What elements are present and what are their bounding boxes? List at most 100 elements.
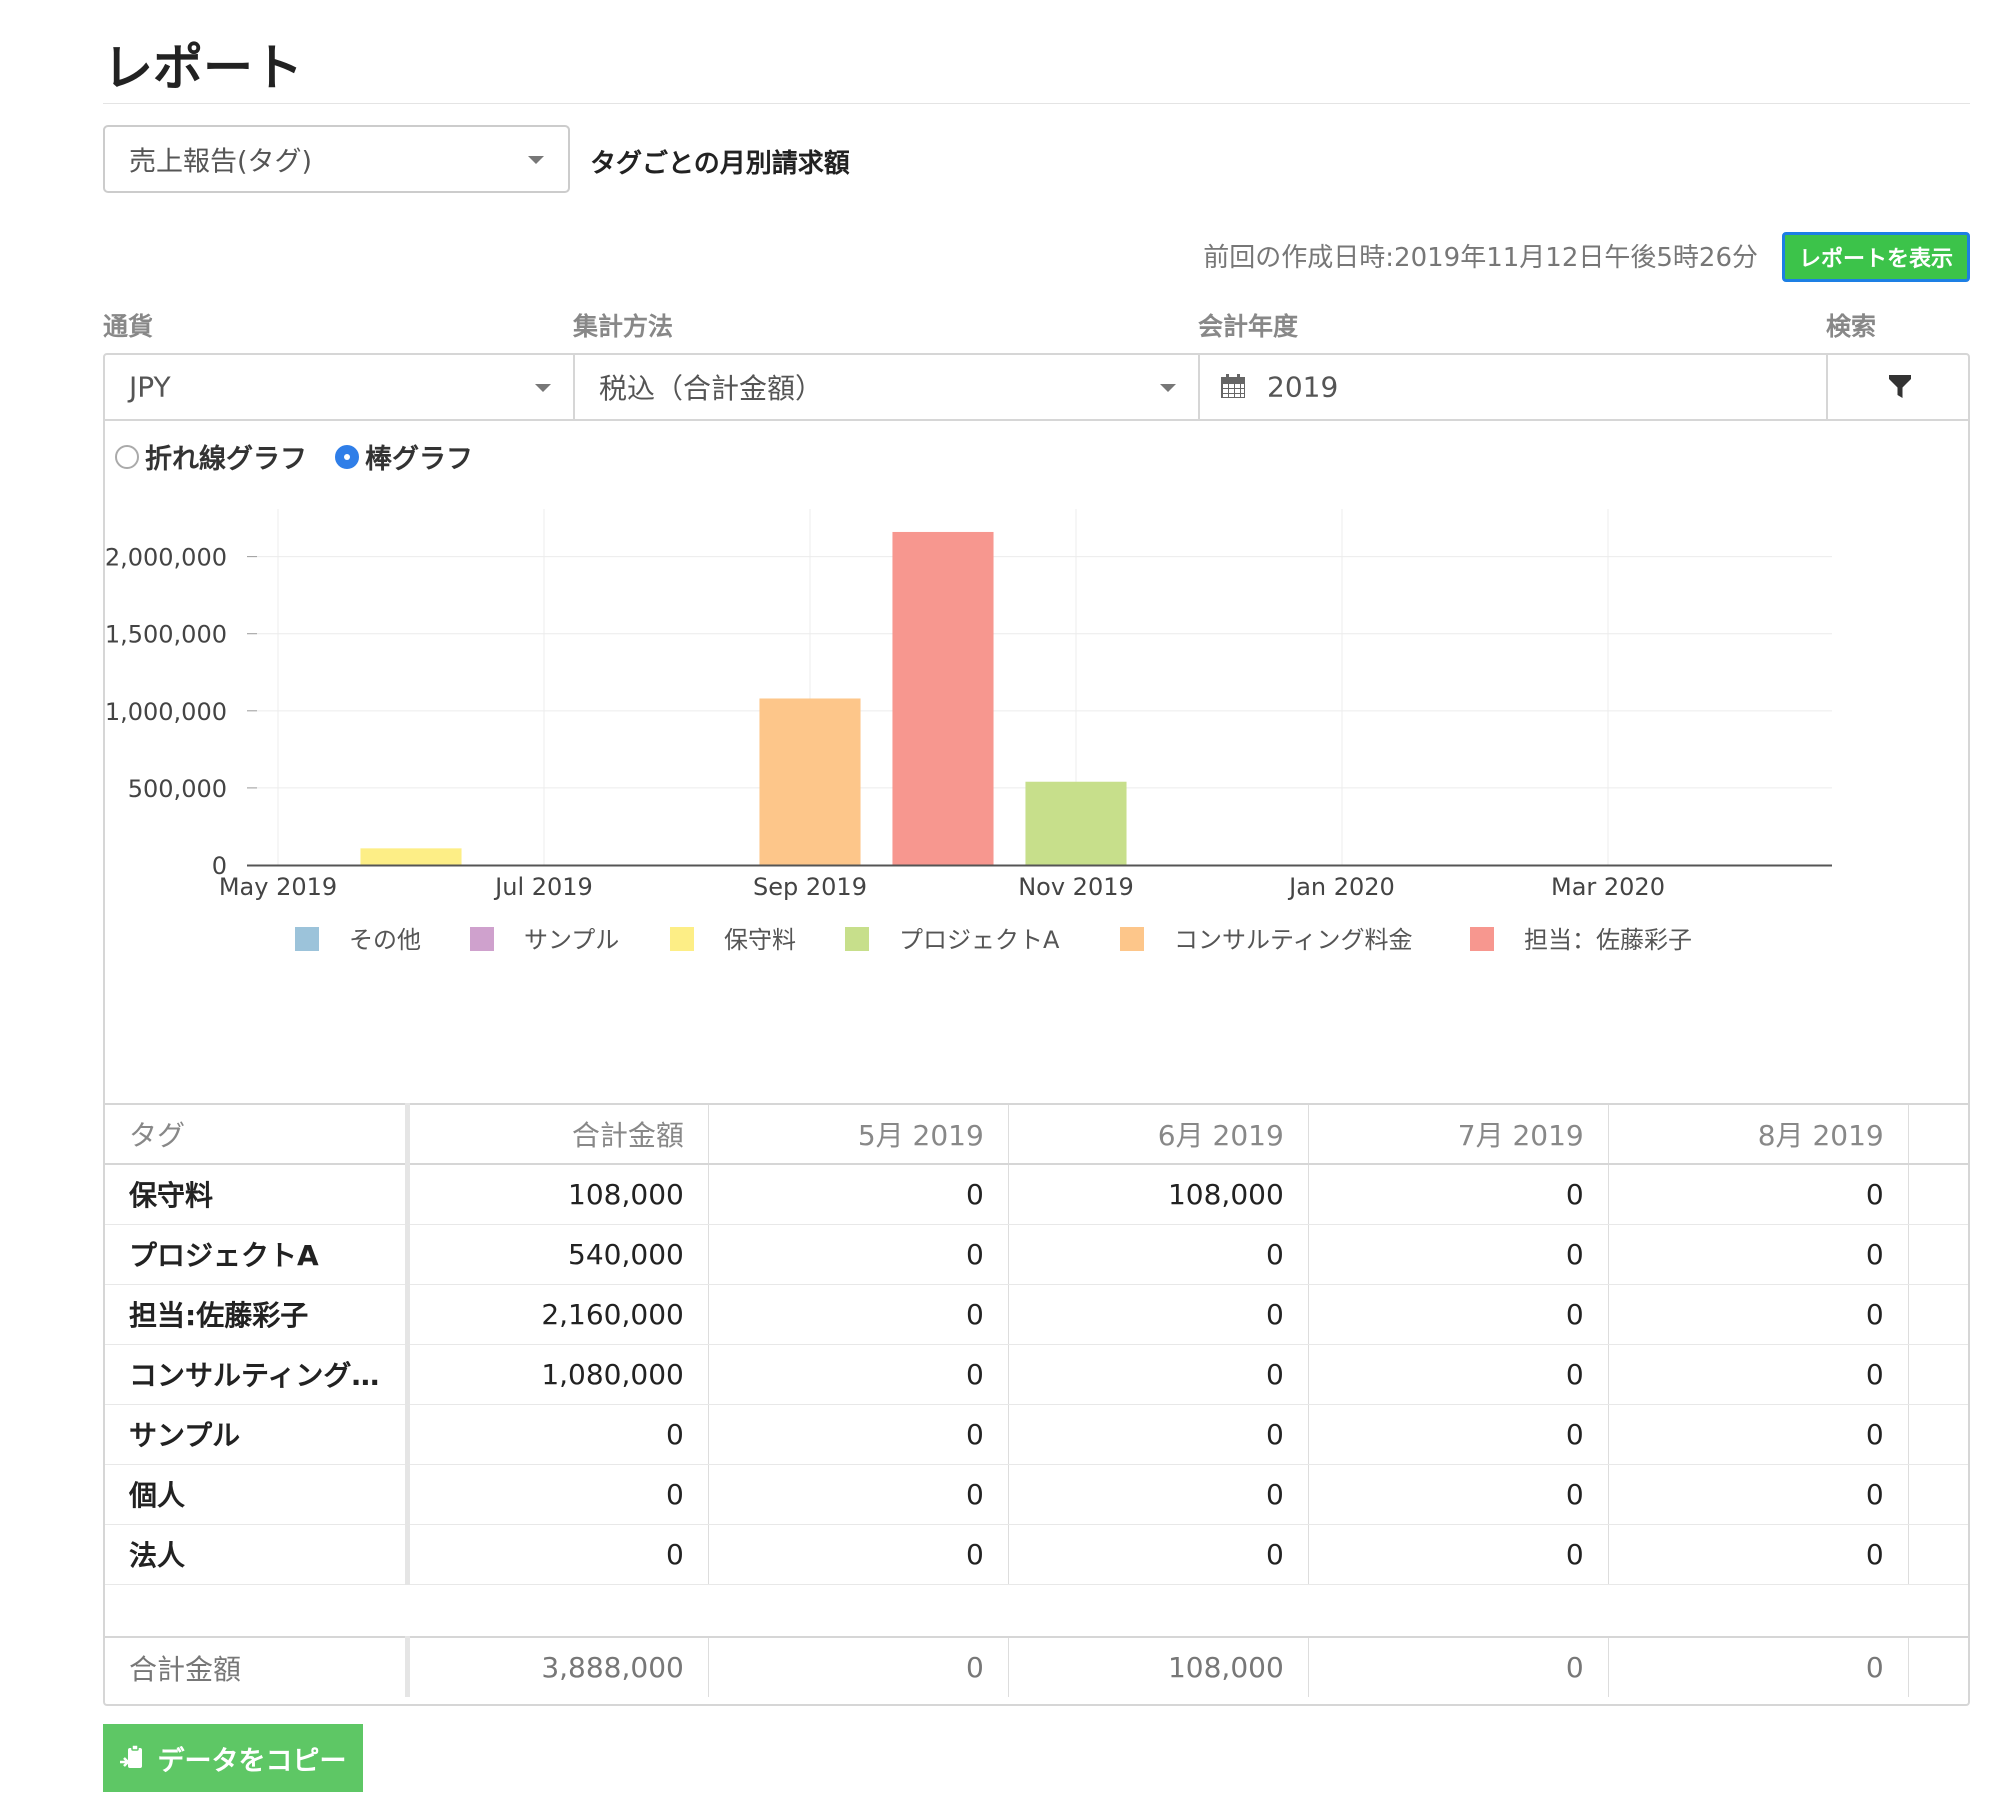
method-select[interactable]: 税込（合計金額） [575,355,1200,421]
fiscal-year-field[interactable]: 2019 [1200,355,1828,421]
total-amount-cell: 0 [1308,1636,1609,1697]
bar [759,698,861,865]
legend-swatch [295,927,319,951]
amount-cell: 0 [1308,1164,1609,1225]
method-value: 税込（合計金額） [599,372,824,405]
show-report-button[interactable]: レポートを表示 [1782,232,1970,282]
amount-cell: 0 [1608,1464,1909,1525]
column-header-overflow [1908,1103,1968,1165]
method-label: 集計方法 [573,312,674,341]
amount-cell: 0 [708,1284,1009,1345]
copy-data-label: データをコピー [157,1745,347,1777]
report-type-select[interactable]: 売上報告(タグ) [103,125,570,193]
table-header-row: タグ 合計金額 5月 2019 6月 2019 7月 2019 8月 2019 [105,1103,1968,1165]
x-tick-label: May 2019 [219,873,337,901]
bar [360,848,462,865]
amount-cell: 0 [1308,1524,1609,1585]
column-header[interactable]: 5月 2019 [708,1103,1009,1165]
overflow-cell [1908,1464,1968,1525]
table-total-row: 合計金額 3,888,000 0 108,000 0 0 [105,1636,1968,1697]
column-header[interactable]: タグ [105,1103,411,1165]
amount-cell: 0 [1308,1284,1609,1345]
table-row: 担当:佐藤彩子 2,160,000 0 0 0 0 [105,1284,1968,1345]
amount-cell: 0 [1008,1404,1309,1465]
y-tick-label: 1,500,000 [105,621,227,649]
legend-label: 担当：佐藤彩子 [1524,926,1692,954]
x-tick-label: Sep 2019 [753,873,867,901]
legend-swatch [1470,927,1494,951]
x-tick-label: Nov 2019 [1018,873,1134,901]
bar-chart-radio[interactable] [335,444,359,469]
y-tick-label: 2,000,000 [105,544,227,572]
last-created-timestamp: 前回の作成日時:2019年11月12日午後5時26分 [1203,243,1758,273]
calendar-icon [1221,374,1245,398]
currency-label: 通貨 [103,312,154,341]
column-header[interactable]: 7月 2019 [1308,1103,1609,1165]
table-row: コンサルティング… 1,080,000 0 0 0 0 [105,1344,1968,1405]
tag-name-cell: コンサルティング… [105,1344,411,1405]
overflow-cell [1908,1164,1968,1225]
tag-name-cell: 個人 [105,1464,411,1525]
report-panel: JPY 税込（合計金額） 2019 折れ線グラフ 棒グラフ 0 500,000 1,… [103,353,1970,1706]
amount-cell: 0 [708,1224,1009,1285]
overflow-cell [1908,1404,1968,1465]
legend-label: その他 [349,926,421,954]
line-chart-option[interactable]: 折れ線グラフ [115,437,307,476]
currency-value: JPY [129,370,171,404]
table-row: プロジェクトA 540,000 0 0 0 0 [105,1224,1968,1285]
tag-name-cell: 法人 [105,1524,411,1585]
legend-swatch [1120,927,1144,951]
search-filter-button[interactable] [1828,355,1968,421]
amount-cell: 0 [708,1344,1009,1405]
amount-cell: 0 [1608,1524,1909,1585]
column-header[interactable]: 8月 2019 [1608,1103,1909,1165]
amount-cell: 0 [708,1464,1009,1525]
line-chart-radio[interactable] [115,444,139,469]
chevron-down-icon [1160,384,1176,392]
column-header[interactable]: 合計金額 [407,1103,709,1165]
total-amount-cell: 0 [1608,1636,1909,1697]
overflow-cell [1908,1224,1968,1285]
amount-cell: 108,000 [407,1164,709,1225]
x-tick-label: Jul 2019 [493,873,593,901]
legend-label: 保守料 [724,926,796,954]
chart-type-toggle: 折れ線グラフ 棒グラフ [115,437,501,476]
amount-cell: 0 [407,1464,709,1525]
bar-chart: 0500,0001,000,0001,500,0002,000,000May 2… [105,509,1832,954]
amount-cell: 0 [708,1164,1009,1225]
amount-cell: 0 [708,1404,1009,1465]
x-tick-label: Jan 2020 [1287,873,1395,901]
bar [1025,781,1127,865]
total-amount-cell: 108,000 [1008,1636,1309,1697]
y-tick-label: 500,000 [128,775,227,803]
column-header[interactable]: 6月 2019 [1008,1103,1309,1165]
amount-cell: 0 [407,1404,709,1465]
amount-cell: 0 [1608,1164,1909,1225]
bar-chart-label: 棒グラフ [365,444,473,475]
amount-cell: 0 [1608,1404,1909,1465]
amount-cell: 0 [1008,1284,1309,1345]
amount-cell: 0 [407,1524,709,1585]
report-type-value: 売上報告(タグ) [129,146,313,178]
legend-swatch [845,927,869,951]
amount-cell: 2,160,000 [407,1284,709,1345]
clipboard-icon [119,1744,146,1772]
amount-cell: 1,080,000 [407,1344,709,1405]
tag-name-cell: 保守料 [105,1164,411,1225]
y-tick-label: 1,000,000 [105,698,227,726]
copy-data-button[interactable]: データをコピー [103,1724,363,1792]
amount-cell: 0 [1008,1224,1309,1285]
table-spacer-row [105,1584,1968,1638]
amount-cell: 108,000 [1008,1164,1309,1225]
table-row: 法人 0 0 0 0 0 [105,1524,1968,1585]
legend-swatch [470,927,494,951]
bar [892,531,994,865]
currency-select[interactable]: JPY [105,355,575,421]
title-divider [103,103,1970,104]
table-row: サンプル 0 0 0 0 0 [105,1404,1968,1465]
bar-chart-option[interactable]: 棒グラフ [335,437,473,476]
amount-cell: 0 [1308,1464,1609,1525]
amount-cell: 0 [1308,1404,1609,1465]
amount-cell: 0 [1608,1224,1909,1285]
line-chart-label: 折れ線グラフ [145,444,307,475]
